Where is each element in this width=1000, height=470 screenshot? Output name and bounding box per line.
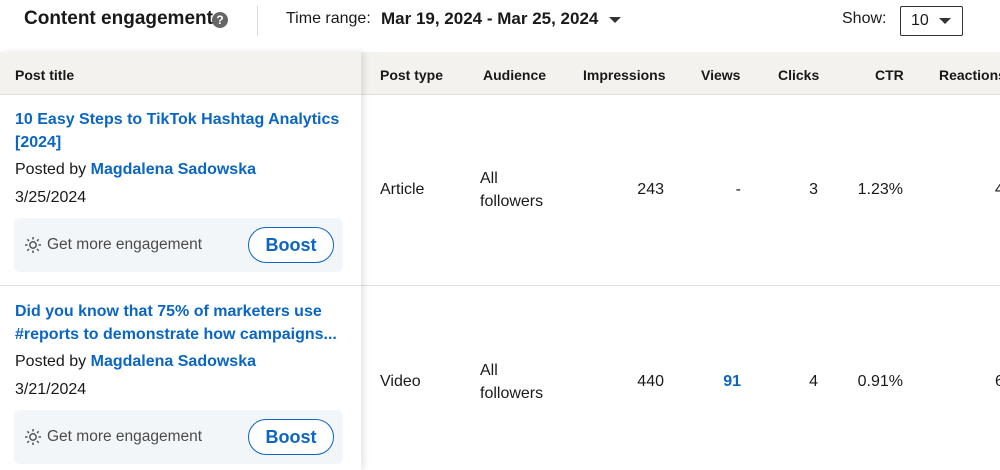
cell-impressions: 243: [637, 181, 664, 198]
column-header-post-title[interactable]: Post title: [15, 67, 74, 83]
show-count-value: 10: [911, 12, 929, 29]
author-link[interactable]: Magdalena Sadowska: [91, 353, 256, 370]
column-header-post-type[interactable]: Post type: [380, 67, 443, 83]
engagement-label: Get more engagement: [47, 428, 203, 445]
divider: [257, 6, 258, 36]
cell-audience-line1: All: [480, 362, 498, 379]
cell-ctr: 1.23%: [857, 181, 903, 198]
cell-audience-line2: followers: [480, 385, 544, 402]
author-link[interactable]: Magdalena Sadowska: [91, 161, 256, 178]
engagement-box: Get more engagement Boost: [14, 218, 343, 272]
boost-button[interactable]: Boost: [248, 227, 334, 263]
top-bar: Content engagement ? Time range: Mar 19,…: [0, 0, 1000, 42]
posted-by: Posted by Magdalena Sadowska: [15, 353, 256, 371]
cell-impressions: 440: [637, 373, 664, 390]
cell-audience-line2: followers: [480, 193, 544, 210]
post-title-line: [2024]: [15, 134, 62, 151]
cell-clicks: 4: [809, 373, 818, 390]
cell-clicks: 3: [809, 181, 818, 198]
lightbulb-icon: [25, 237, 41, 253]
time-range-label: Time range:: [286, 10, 371, 27]
post-title-line: 10 Easy Steps to TikTok Hashtag Analytic…: [15, 111, 340, 128]
help-icon[interactable]: ?: [212, 12, 228, 28]
posted-by-label: Posted by: [15, 353, 87, 370]
post-title-line: #reports to demonstrate how campaigns...: [15, 326, 337, 343]
show-label: Show:: [842, 10, 887, 27]
column-header-views[interactable]: Views: [701, 67, 740, 83]
row-divider: [0, 285, 361, 286]
cell-post-type: Video: [380, 373, 421, 390]
post-date: 3/21/2024: [15, 381, 87, 398]
post-title-line: Did you know that 75% of marketers use: [15, 303, 322, 320]
boost-button[interactable]: Boost: [248, 419, 334, 455]
cell-audience-line1: All: [480, 170, 498, 187]
column-header-ctr[interactable]: CTR: [875, 67, 904, 83]
column-header-reactions[interactable]: Reactions: [939, 67, 1000, 83]
post-date: 3/25/2024: [15, 189, 87, 206]
cell-views-link[interactable]: 91: [700, 373, 741, 391]
page-title: Content engagement: [24, 8, 213, 29]
column-header-cell: Post title: [0, 52, 361, 95]
column-header-impressions[interactable]: Impressions: [583, 67, 665, 83]
posted-by-label: Posted by: [15, 161, 87, 178]
column-header-audience[interactable]: Audience: [483, 67, 546, 83]
lightbulb-icon: [25, 429, 41, 445]
chevron-down-icon: [939, 18, 951, 24]
engagement-table: Post type Audience Impressions Views Cli…: [0, 52, 1000, 470]
time-range-dropdown[interactable]: Mar 19, 2024 - Mar 25, 2024: [381, 9, 598, 29]
cell-reactions: 4: [995, 181, 1000, 198]
post-title-column: Post title 10 Easy Steps to TikTok Hasht…: [0, 52, 361, 470]
cell-views: -: [735, 181, 741, 198]
cell-reactions: 6: [995, 373, 1000, 390]
engagement-box: Get more engagement Boost: [14, 410, 343, 464]
cell-ctr: 0.91%: [857, 373, 903, 390]
show-count-select[interactable]: 10: [900, 6, 963, 36]
posted-by: Posted by Magdalena Sadowska: [15, 161, 256, 179]
chevron-down-icon[interactable]: [609, 17, 621, 23]
column-header-clicks[interactable]: Clicks: [778, 67, 819, 83]
post-title-link[interactable]: 10 Easy Steps to TikTok Hashtag Analytic…: [15, 108, 350, 154]
engagement-label: Get more engagement: [47, 236, 203, 253]
cell-post-type: Article: [380, 181, 425, 198]
post-title-link[interactable]: Did you know that 75% of marketers use #…: [15, 300, 350, 346]
